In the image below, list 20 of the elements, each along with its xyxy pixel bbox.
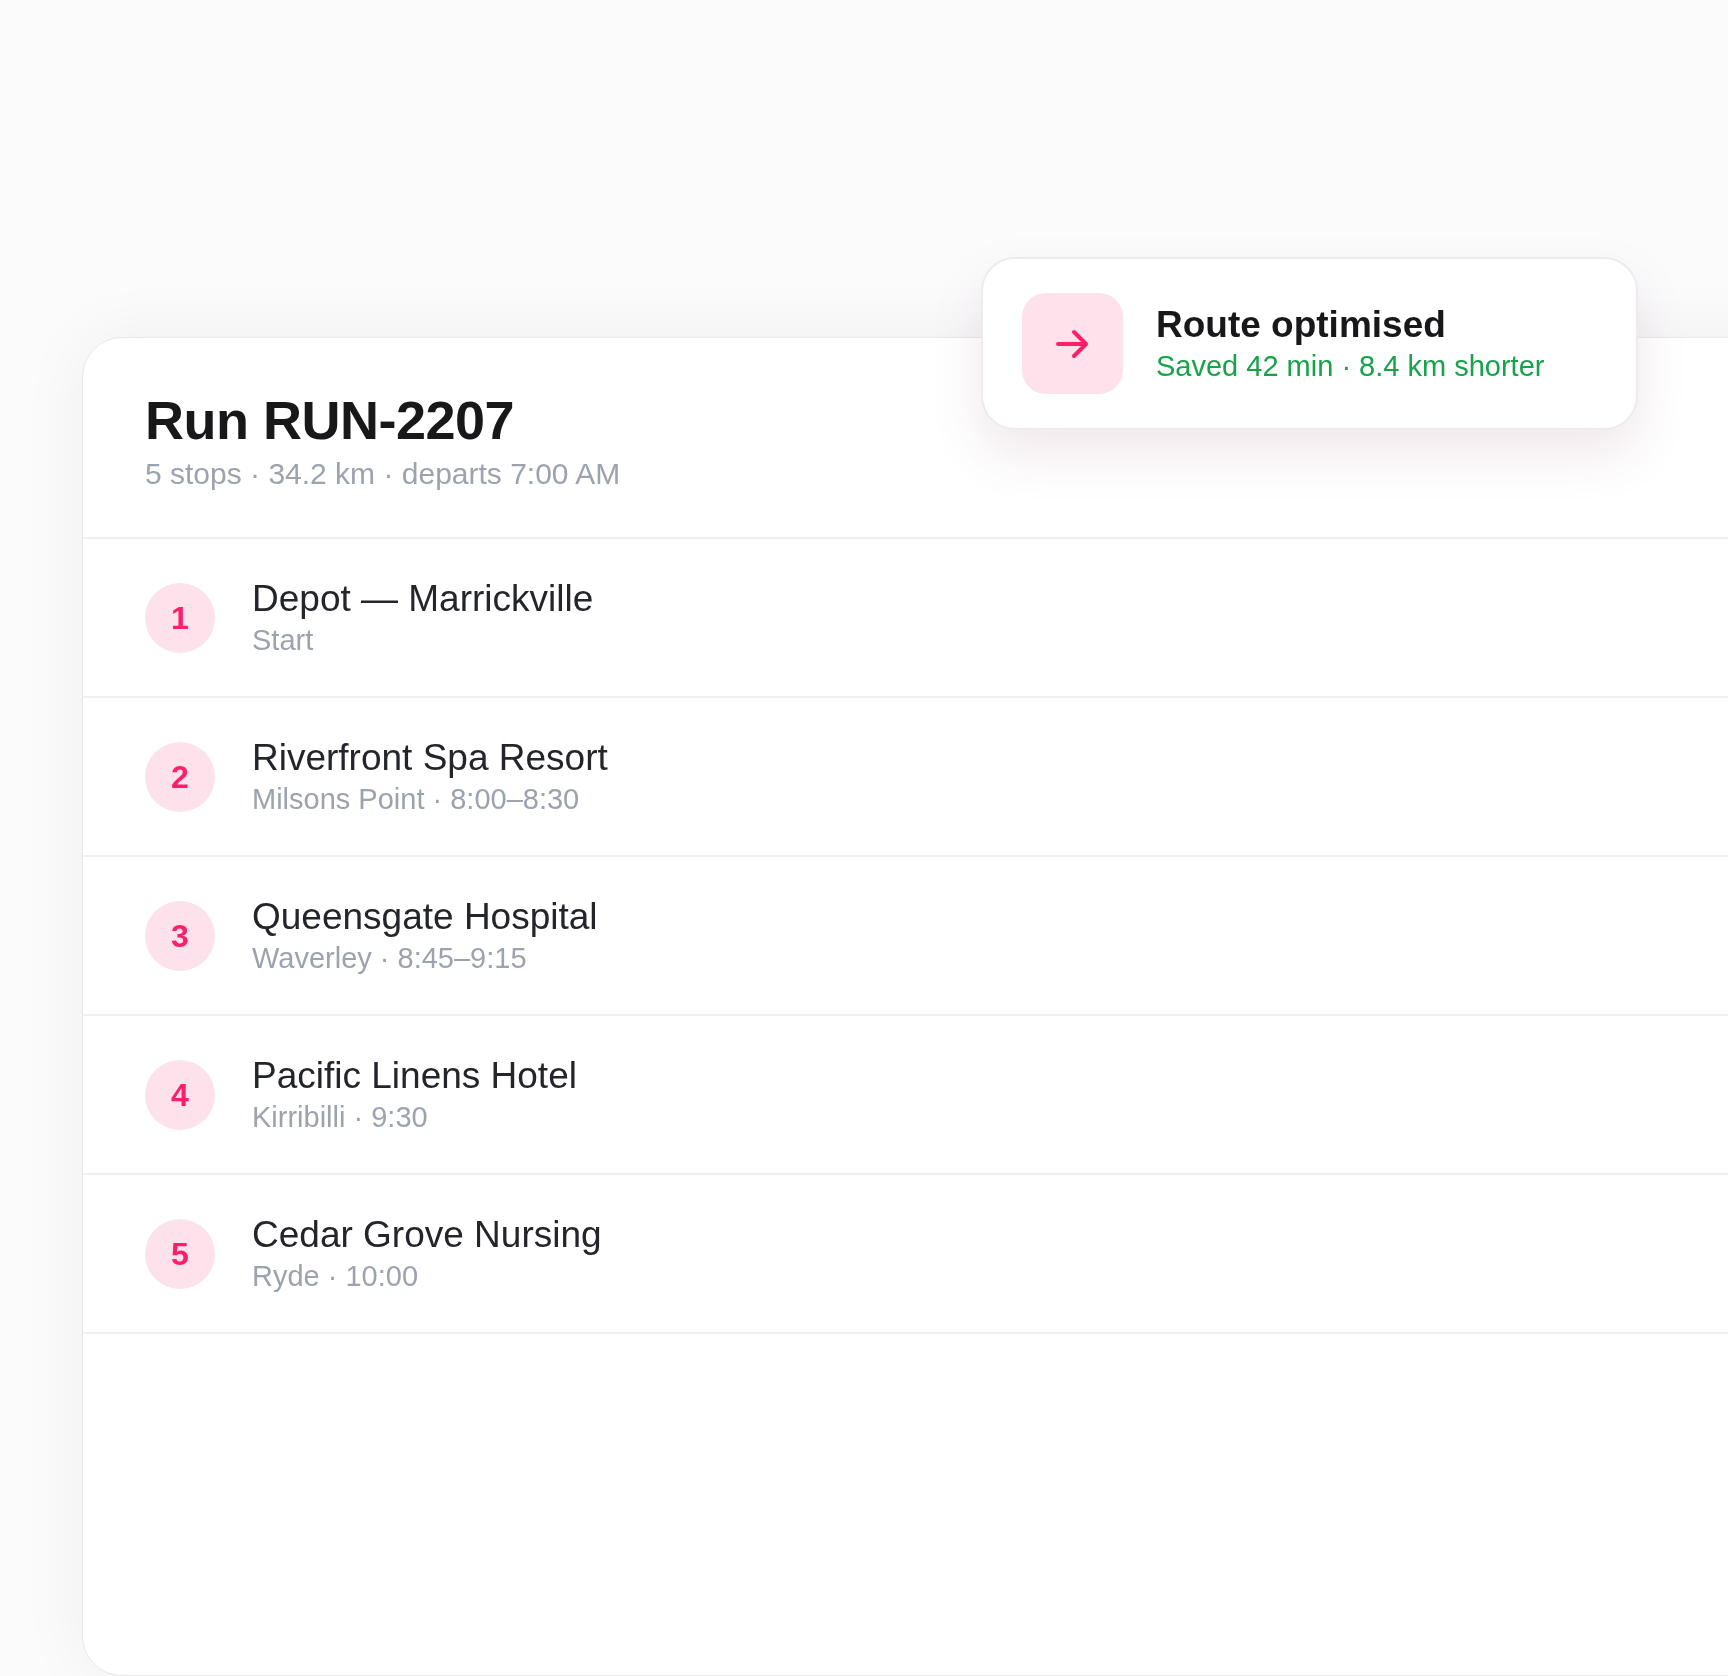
toast-detail: Saved 42 min · 8.4 km shorter: [1156, 348, 1545, 384]
stop-name: Riverfront Spa Resort: [252, 735, 608, 780]
stop-name: Queensgate Hospital: [252, 894, 598, 939]
run-title: Run RUN-2207: [145, 389, 515, 452]
stop-name: Cedar Grove Nursing: [252, 1212, 602, 1257]
stop-detail: Milsons Point · 8:00–8:30: [252, 781, 580, 817]
stop-detail: Waverley · 8:45–9:15: [252, 940, 527, 976]
arrow-right-icon: [1022, 293, 1123, 394]
stop-detail: Start: [252, 622, 314, 658]
stop-number: 4: [145, 1059, 215, 1130]
stop-number: 3: [145, 900, 215, 971]
stop-detail: Kirribilli · 9:30: [252, 1099, 428, 1135]
run-summary: 5 stops · 34.2 km · departs 7:00 AM: [145, 456, 621, 492]
stop-number: 5: [145, 1218, 215, 1289]
stop-number: 1: [145, 582, 215, 653]
stop-name: Depot — Marrickville: [252, 576, 594, 621]
stop-number: 2: [145, 741, 215, 812]
toast-title: Route optimised: [1156, 302, 1446, 347]
stop-name: Pacific Linens Hotel: [252, 1053, 577, 1098]
stop-detail: Ryde · 10:00: [252, 1258, 419, 1294]
